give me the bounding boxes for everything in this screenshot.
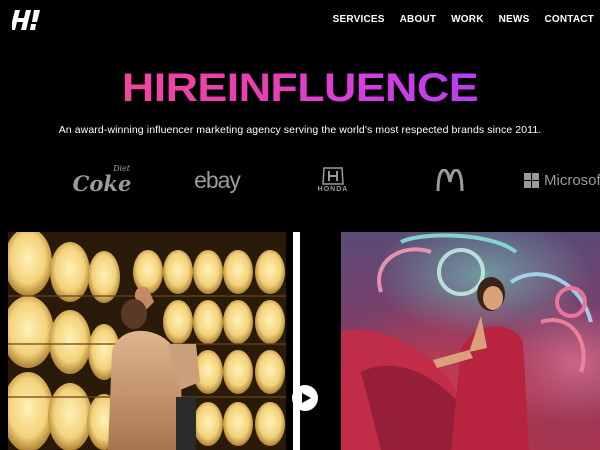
- featured-gallery: [8, 232, 600, 450]
- main-navigation: SERVICES ABOUT WORK NEWS CONTACT: [333, 14, 594, 25]
- divider-bar: [293, 232, 300, 450]
- honda-logo: HONDA: [306, 160, 360, 200]
- neon-portrait-photo[interactable]: [341, 232, 600, 450]
- brand-logos: Coke Diet ebay HONDA Microsoft: [0, 160, 600, 200]
- nav-services[interactable]: SERVICES: [333, 14, 385, 25]
- mcdonalds-logo: [432, 160, 468, 200]
- ebay-logo-text: ebay: [194, 166, 241, 193]
- nav-news[interactable]: NEWS: [499, 14, 530, 25]
- hero-tagline: An award-winning influencer marketing ag…: [58, 124, 542, 136]
- play-video-button[interactable]: [292, 385, 318, 411]
- neon-portrait-image: [341, 233, 593, 450]
- lantern-photo[interactable]: [8, 232, 286, 450]
- coke-logo-text: Coke: [72, 170, 132, 196]
- hero-title: HIREINFLUENCE: [0, 64, 600, 112]
- honda-logo-text: HONDA: [317, 186, 349, 193]
- mcdonalds-arches-icon: [436, 169, 464, 191]
- site-logo[interactable]: [10, 9, 44, 31]
- gallery-divider: [286, 232, 341, 450]
- play-icon: [302, 393, 311, 403]
- microsoft-logo: Microsoft: [524, 160, 600, 200]
- ebay-logo: ebay: [186, 160, 248, 200]
- honda-h-icon: [322, 167, 344, 185]
- diet-coke-logo: Coke Diet: [72, 160, 132, 200]
- lantern-photo-image: [8, 232, 286, 450]
- microsoft-logo-text: Microsoft: [544, 171, 600, 189]
- nav-about[interactable]: ABOUT: [400, 14, 437, 25]
- nav-work[interactable]: WORK: [451, 14, 483, 25]
- hero-title-text: HIREINFLUENCE: [121, 66, 479, 110]
- nav-contact[interactable]: CONTACT: [544, 14, 594, 25]
- diet-logo-text: Diet: [113, 164, 130, 173]
- microsoft-windows-icon: [524, 172, 539, 188]
- hireinfluence-logo-icon: [10, 10, 40, 30]
